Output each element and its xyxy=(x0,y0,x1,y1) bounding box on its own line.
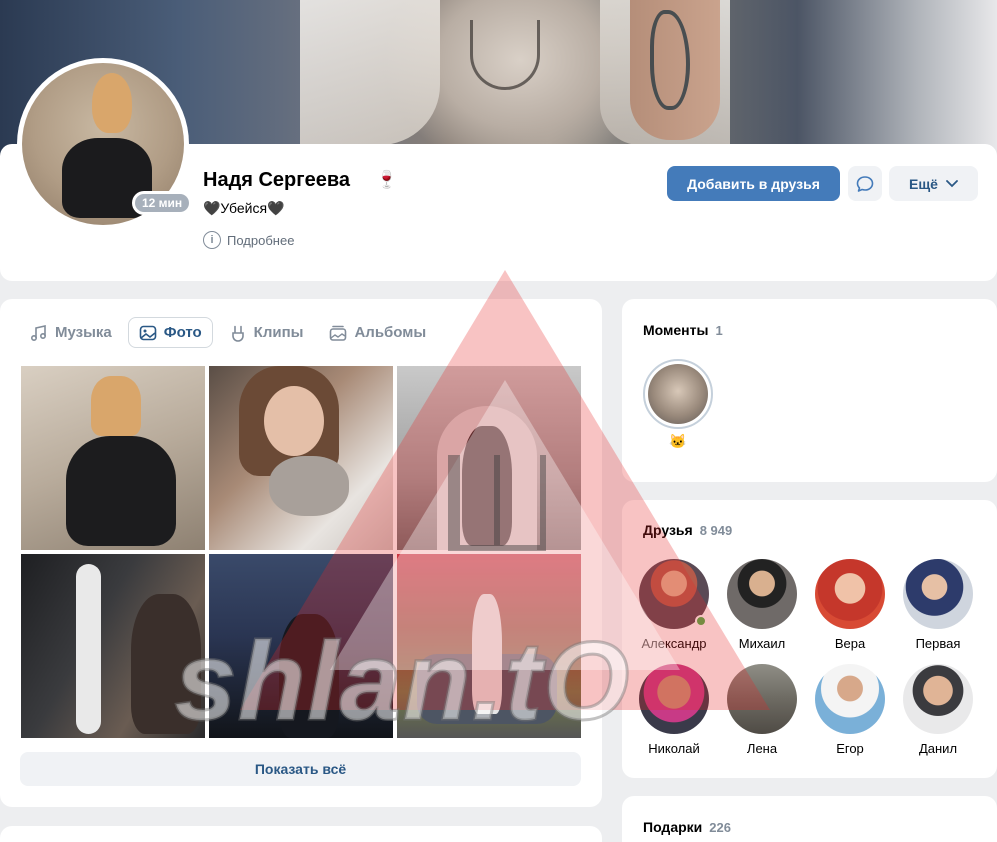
friends-count: 8 949 xyxy=(699,523,733,538)
friend-name: Николай xyxy=(648,741,700,756)
photo-thumbnail[interactable] xyxy=(209,554,393,738)
add-friend-button[interactable]: Добавить в друзья xyxy=(667,166,840,201)
cover-shirt-left xyxy=(300,0,440,145)
moments-count: 1 xyxy=(715,323,723,338)
friend-item[interactable]: Лена xyxy=(718,664,806,756)
message-icon xyxy=(856,175,874,192)
moments-title: Моменты xyxy=(643,322,709,338)
tab-music[interactable]: Музыка xyxy=(20,317,122,348)
chevron-down-icon xyxy=(946,179,958,187)
tab-albums[interactable]: Альбомы xyxy=(319,317,436,348)
gifts-title: Подарки xyxy=(643,819,703,835)
friend-item[interactable]: Егор xyxy=(806,664,894,756)
friend-name: Александр xyxy=(641,636,707,651)
friend-avatar xyxy=(639,559,709,629)
message-button[interactable] xyxy=(848,166,882,201)
friend-name: Данил xyxy=(918,741,958,756)
friend-item[interactable]: Данил xyxy=(894,664,982,756)
moment-thumbnail xyxy=(648,364,708,424)
last-seen-badge: 12 мин xyxy=(132,191,193,215)
friend-avatar xyxy=(727,664,797,734)
photo-icon xyxy=(139,324,157,342)
tab-photo-label: Фото xyxy=(163,324,202,341)
friend-item[interactable]: Михаил xyxy=(718,559,806,651)
photo-thumbnail[interactable] xyxy=(397,554,581,738)
friends-title-row[interactable]: Друзья 8 949 xyxy=(643,522,732,538)
friend-item[interactable]: Первая xyxy=(894,559,982,651)
friend-avatar xyxy=(727,559,797,629)
friend-avatar xyxy=(639,664,709,734)
photo-thumbnail[interactable] xyxy=(21,554,205,738)
media-tabs: Музыка Фото Клипы Альбомы xyxy=(20,317,436,348)
photo-grid xyxy=(21,366,581,738)
show-all-button[interactable]: Показать всё xyxy=(20,752,581,786)
friend-name: Вера xyxy=(834,636,866,651)
photo-thumbnail[interactable] xyxy=(397,366,581,550)
clips-icon xyxy=(229,324,247,342)
avatar-hair xyxy=(92,73,132,133)
moments-title-row[interactable]: Моменты 1 xyxy=(643,322,723,338)
tab-clips-label: Клипы xyxy=(253,324,304,341)
friend-name: Михаил xyxy=(738,636,786,651)
more-info-link[interactable]: i Подробнее xyxy=(203,231,294,249)
friend-item[interactable]: Николай xyxy=(630,664,718,756)
music-icon xyxy=(30,324,48,342)
profile-status: 🖤Убейся🖤 xyxy=(203,200,285,216)
moment-story[interactable] xyxy=(643,359,713,429)
tab-albums-label: Альбомы xyxy=(354,324,427,341)
friend-avatar xyxy=(903,559,973,629)
tab-music-label: Музыка xyxy=(55,324,112,341)
friend-avatar xyxy=(815,559,885,629)
friend-avatar xyxy=(815,664,885,734)
friend-name: Лена xyxy=(746,741,778,756)
tab-clips[interactable]: Клипы xyxy=(219,317,314,348)
more-button[interactable]: Ещё xyxy=(889,166,978,201)
gifts-count: 226 xyxy=(709,820,731,835)
info-icon: i xyxy=(203,231,221,249)
friend-item[interactable]: Александр xyxy=(630,559,718,651)
more-label: Ещё xyxy=(909,175,938,192)
cat-emoji-icon: 🐱 xyxy=(669,433,687,449)
cover-chest-tattoo xyxy=(470,20,540,90)
friend-item[interactable]: Вера xyxy=(806,559,894,651)
friends-title: Друзья xyxy=(643,522,693,538)
photo-thumbnail[interactable] xyxy=(21,366,205,550)
tab-photo[interactable]: Фото xyxy=(127,317,213,348)
albums-icon xyxy=(329,324,347,342)
more-info-label: Подробнее xyxy=(227,232,295,248)
photo-thumbnail[interactable] xyxy=(209,366,393,550)
friend-avatar xyxy=(903,664,973,734)
profile-name: Надя Сергеева xyxy=(203,169,351,191)
last-seen-text: 12 мин xyxy=(135,194,190,212)
gifts-title-row[interactable]: Подарки 226 xyxy=(643,819,731,835)
online-indicator xyxy=(695,615,707,627)
next-card xyxy=(0,826,602,842)
wine-emoji-icon: 🍷 xyxy=(376,170,398,189)
friend-name: Первая xyxy=(915,636,961,651)
friend-name: Егор xyxy=(836,741,864,756)
